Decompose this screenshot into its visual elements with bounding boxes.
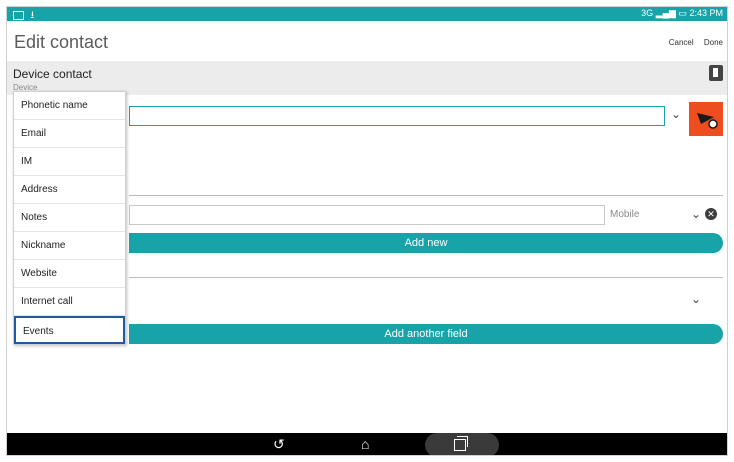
battery-icon: ▭ (678, 8, 687, 18)
page-title: Edit contact (14, 32, 109, 52)
notification-icon (13, 10, 24, 20)
back-icon[interactable]: ↺ (273, 436, 285, 453)
phone-type-label[interactable]: Mobile (610, 209, 639, 220)
menu-item-email[interactable]: Email (14, 120, 125, 148)
done-button[interactable]: Done (704, 38, 723, 47)
network-indicator: 3G (641, 8, 654, 18)
account-title: Device contact (13, 67, 92, 81)
title-bar: Edit contact Cancel Done (7, 21, 727, 61)
field-type-menu: Phonetic name Email IM Address Notes Nic… (13, 91, 126, 345)
add-another-field-button[interactable]: Add another field (129, 324, 723, 344)
add-new-button[interactable]: Add new (129, 233, 723, 253)
photo-icon (697, 113, 718, 129)
recent-apps-button[interactable] (425, 433, 499, 455)
divider (129, 195, 723, 196)
chevron-down-icon[interactable]: ⌄ (691, 292, 701, 306)
chevron-down-icon[interactable]: ⌄ (671, 107, 681, 121)
menu-item-nickname[interactable]: Nickname (14, 232, 125, 260)
clear-icon[interactable]: ✕ (705, 208, 717, 220)
cancel-button[interactable]: Cancel (669, 38, 694, 47)
menu-item-notes[interactable]: Notes (14, 204, 125, 232)
menu-item-im[interactable]: IM (14, 148, 125, 176)
menu-item-phonetic-name[interactable]: Phonetic name (14, 92, 125, 120)
menu-item-address[interactable]: Address (14, 176, 125, 204)
status-bar: ⭳ 3G ▂▄▆ ▭ 2:43 PM (7, 7, 727, 21)
phone-number-field[interactable] (129, 205, 605, 225)
status-time: 2:43 PM (689, 8, 723, 18)
menu-item-events[interactable]: Events (14, 316, 125, 344)
recent-apps-icon (454, 436, 468, 451)
menu-item-website[interactable]: Website (14, 260, 125, 288)
account-header: Device contact Device (7, 61, 727, 95)
menu-item-internet-call[interactable]: Internet call (14, 288, 125, 316)
home-icon[interactable]: ⌂ (361, 436, 369, 452)
contact-photo[interactable] (689, 102, 723, 136)
name-field[interactable] (129, 106, 665, 126)
app-window: ⭳ 3G ▂▄▆ ▭ 2:43 PM Edit contact Cancel D… (6, 6, 728, 456)
download-icon: ⭳ (30, 10, 35, 21)
signal-icon: ▂▄▆ (655, 8, 676, 18)
divider (129, 277, 723, 278)
phone-type-chevron-icon[interactable]: ⌄ (691, 207, 701, 221)
phone-icon (709, 65, 723, 81)
navigation-bar: ↺ ⌂ (7, 433, 727, 455)
